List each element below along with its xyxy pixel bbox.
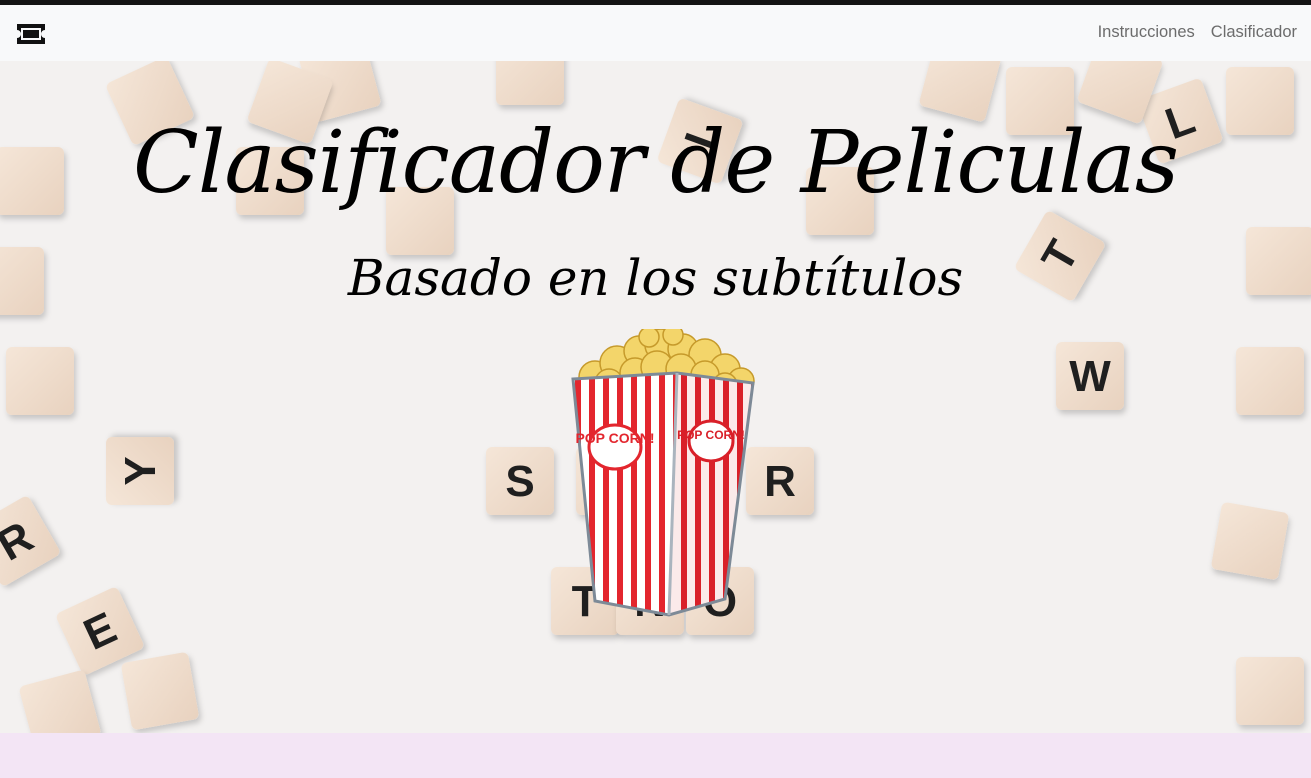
nav-links: Instrucciones Clasificador bbox=[1098, 23, 1297, 42]
scrabble-tile: Y bbox=[106, 437, 174, 505]
nav-link-clasificador[interactable]: Clasificador bbox=[1211, 23, 1297, 42]
scrabble-tile: S bbox=[486, 447, 554, 515]
tile-letter: R bbox=[764, 457, 796, 506]
footer-band bbox=[0, 733, 1311, 778]
scrabble-tile: W bbox=[1056, 342, 1124, 410]
scrabble-tile bbox=[1211, 502, 1289, 580]
page-subtitle: Basado en los subtítulos bbox=[347, 249, 964, 307]
popcorn-bucket-icon: POP CORN! POP CORN! bbox=[571, 329, 755, 617]
tile-letter: S bbox=[505, 457, 534, 506]
nav-link-instrucciones[interactable]: Instrucciones bbox=[1098, 23, 1195, 42]
scrabble-tile bbox=[121, 652, 199, 730]
tile-letter: W bbox=[1069, 352, 1111, 401]
navbar: Instrucciones Clasificador bbox=[0, 5, 1311, 61]
scrabble-tile bbox=[1236, 657, 1304, 725]
hero-section: STARTNOWREYITL Clasificador de Peliculas… bbox=[0, 61, 1311, 733]
svg-text:POP CORN!: POP CORN! bbox=[575, 430, 654, 446]
page-title: Clasificador de Peliculas bbox=[133, 113, 1179, 213]
tile-letter: Y bbox=[116, 456, 165, 485]
scrabble-tile bbox=[6, 347, 74, 415]
scrabble-tile bbox=[1236, 347, 1304, 415]
svg-text:POP CORN!: POP CORN! bbox=[677, 428, 745, 442]
ticket-icon[interactable] bbox=[14, 22, 48, 46]
scrabble-tile bbox=[496, 61, 564, 105]
